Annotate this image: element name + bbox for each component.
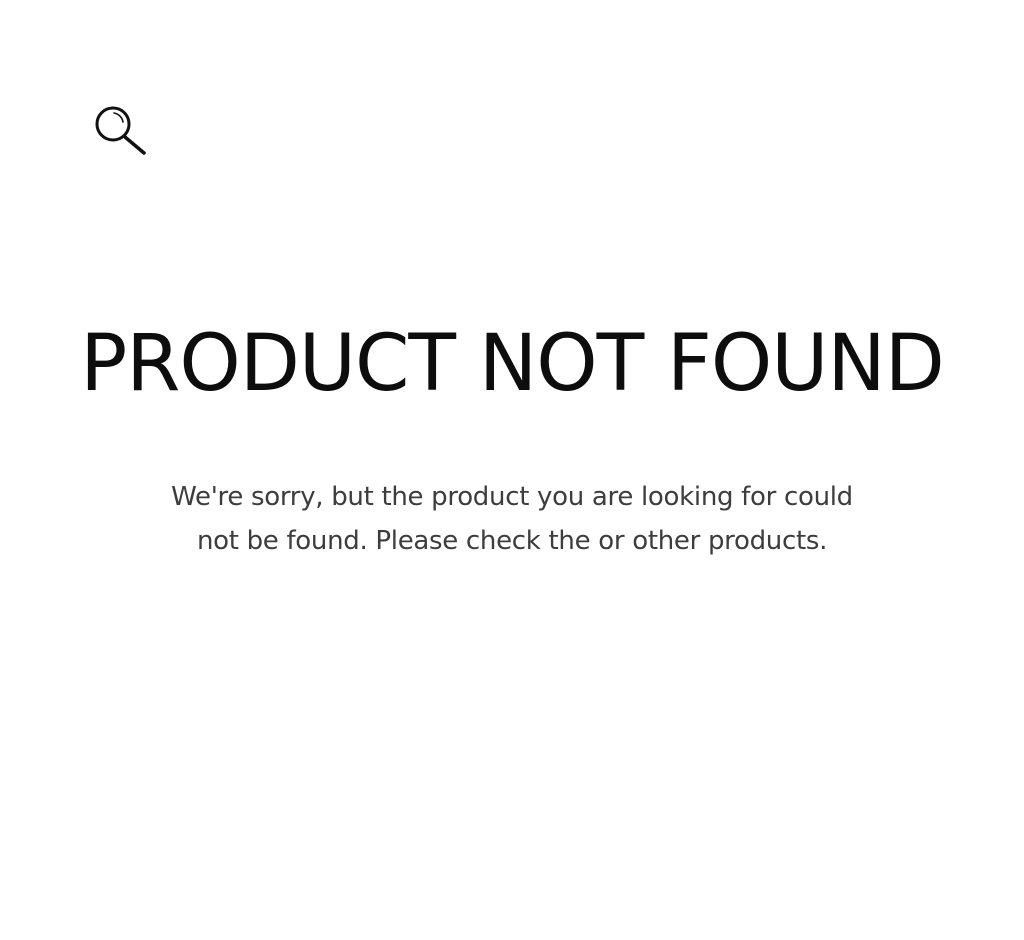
search-button[interactable]	[94, 104, 148, 158]
search-icon	[95, 106, 146, 155]
not-found-message: We're sorry, but the product you are loo…	[171, 482, 853, 556]
page-title: PRODUCT NOT FOUND	[80, 319, 945, 409]
